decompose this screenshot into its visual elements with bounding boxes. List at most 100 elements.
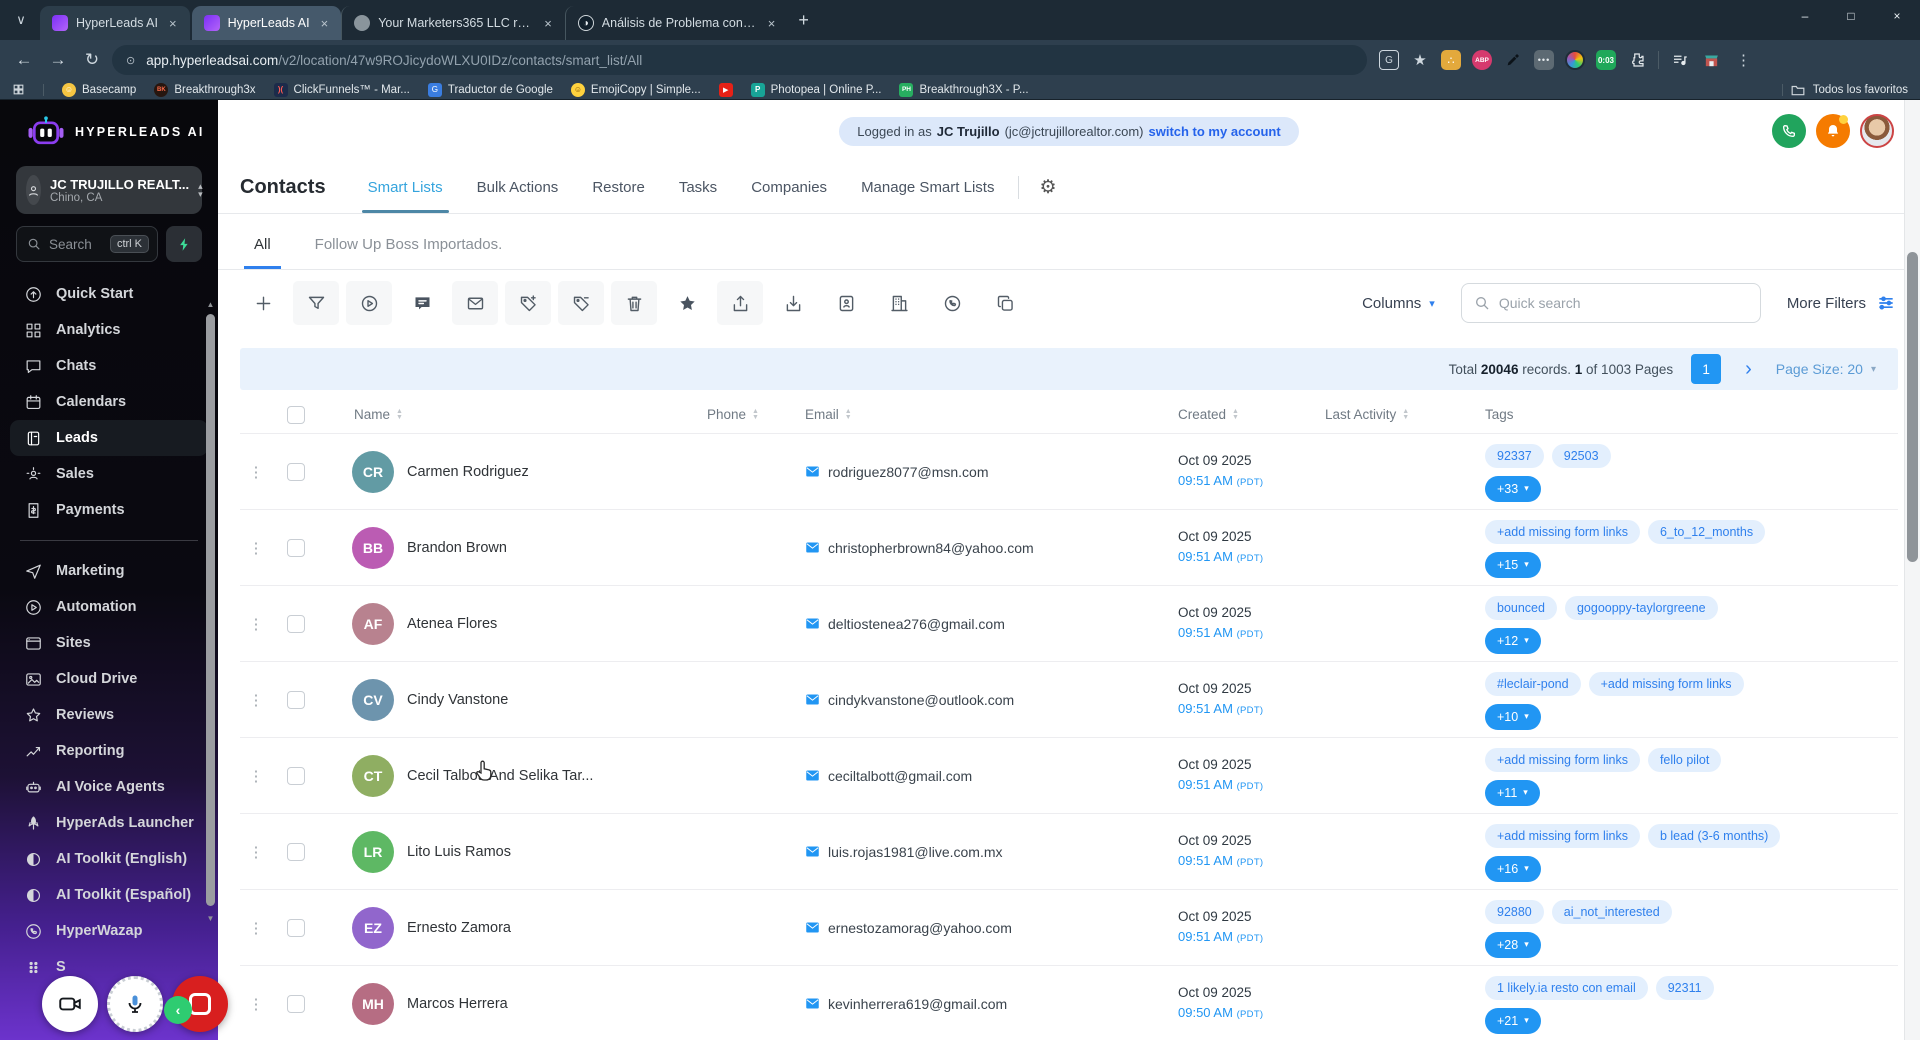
tag-pill[interactable]: ai_not_interested	[1551, 899, 1672, 924]
page-scrollbar[interactable]	[1904, 100, 1920, 1040]
table-row[interactable]: ⋮ AF Atenea Flores deltiostenea276@gmail.…	[240, 585, 1898, 661]
page-number-button[interactable]: 1	[1691, 354, 1722, 384]
bookmark-item[interactable]: ☺ Basecamp	[62, 82, 136, 97]
contact-email[interactable]: christopherbrown84@yahoo.com	[828, 540, 1034, 556]
subtab-follow-up-boss[interactable]: Follow Up Boss Importados.	[315, 236, 503, 269]
apps-grid-icon[interactable]	[12, 83, 25, 96]
column-header-name[interactable]: Name ▲ ▼	[312, 407, 707, 422]
sidebar-item-leads[interactable]: Leads	[10, 420, 208, 456]
automation-button[interactable]	[346, 281, 392, 325]
more-tags-button[interactable]: +21 ▾	[1485, 1007, 1541, 1034]
sidebar-item-marketing[interactable]: Marketing	[0, 553, 218, 589]
favorite-button[interactable]	[664, 281, 710, 325]
tag-pill[interactable]: 92311	[1655, 975, 1714, 1000]
switch-account-link[interactable]: switch to my account	[1148, 124, 1280, 139]
close-window-button[interactable]: ×	[1874, 0, 1920, 32]
bookmark-item[interactable]: PH Breakthrough3X - P...	[899, 82, 1029, 97]
sidebar-item-sales[interactable]: Sales	[0, 456, 218, 492]
column-header-last-activity[interactable]: Last Activity ▲ ▼	[1325, 407, 1485, 422]
contact-name[interactable]: Marcos Herrera	[407, 996, 508, 1012]
app-logo[interactable]: HYPERLEADS AI	[0, 100, 218, 158]
contact-email[interactable]: deltiostenea276@gmail.com	[828, 616, 1005, 632]
contact-name[interactable]: Ernesto Zamora	[407, 920, 511, 936]
sidebar-item-sites[interactable]: Sites	[0, 625, 218, 661]
row-checkbox[interactable]	[287, 690, 305, 709]
site-info-icon[interactable]: ⊙	[126, 54, 136, 67]
extension-store-icon[interactable]	[1701, 50, 1721, 70]
add-tag-button[interactable]	[505, 281, 551, 325]
extension-icon[interactable]	[1565, 50, 1585, 70]
tag-pill[interactable]: b lead (3-6 months)	[1647, 823, 1781, 848]
contact-verify-button[interactable]	[823, 281, 869, 325]
row-menu-icon[interactable]: ⋮	[240, 539, 272, 557]
bookmark-item[interactable]: P Photopea | Online P...	[750, 82, 881, 97]
tab-search-icon[interactable]: ∨	[8, 7, 34, 33]
row-checkbox[interactable]	[287, 614, 305, 633]
sort-icon[interactable]: ▲ ▼	[1402, 408, 1409, 420]
row-checkbox[interactable]	[287, 766, 305, 785]
sidebar-item-calendars[interactable]: Calendars	[0, 384, 218, 420]
sms-button[interactable]	[399, 281, 445, 325]
company-button[interactable]	[876, 281, 922, 325]
more-tags-button[interactable]: +15 ▾	[1485, 551, 1541, 578]
browser-tab[interactable]: Your Marketers365 LLC receipt | ×	[341, 6, 565, 40]
sidebar-item-automation[interactable]: Automation	[0, 589, 218, 625]
tag-pill[interactable]: gogooppy-taylorgreene	[1564, 595, 1718, 620]
tag-pill[interactable]: +add missing form links	[1588, 671, 1744, 696]
delete-button[interactable]	[611, 281, 657, 325]
tag-pill[interactable]: 92337	[1485, 443, 1544, 468]
minimize-button[interactable]: –	[1782, 0, 1828, 32]
scroll-down-arrow[interactable]: ▼	[206, 914, 215, 923]
browser-menu-icon[interactable]: ⋮	[1732, 51, 1755, 69]
subtab-all[interactable]: All	[244, 236, 281, 269]
row-checkbox[interactable]	[287, 462, 305, 481]
tab-smart-lists[interactable]: Smart Lists	[361, 162, 449, 213]
email-button[interactable]	[452, 281, 498, 325]
table-row[interactable]: ⋮ BB Brandon Brown christopherbrown84@yah…	[240, 509, 1898, 585]
filter-button[interactable]	[293, 281, 339, 325]
row-menu-icon[interactable]: ⋮	[240, 919, 272, 937]
settings-gear-icon[interactable]: ⚙	[1039, 176, 1056, 199]
sidebar-item-cloud-drive[interactable]: Cloud Drive	[0, 661, 218, 697]
browser-tab[interactable]: HyperLeads AI ×	[40, 6, 190, 40]
new-tab-button[interactable]: +	[798, 10, 809, 31]
row-checkbox[interactable]	[287, 842, 305, 861]
tag-pill[interactable]: +add missing form links	[1485, 823, 1640, 848]
contact-name[interactable]: Lito Luis Ramos	[407, 844, 511, 860]
playlist-icon[interactable]	[1670, 50, 1690, 70]
sidebar-item-ai-voice-agents[interactable]: AI Voice Agents	[0, 769, 218, 805]
export-button[interactable]	[717, 281, 763, 325]
column-header-email[interactable]: Email ▲ ▼	[805, 407, 1178, 422]
sidebar-item-chats[interactable]: Chats	[0, 348, 218, 384]
timer-extension-icon[interactable]: 0:03	[1596, 50, 1616, 70]
back-button[interactable]: ←	[10, 46, 38, 74]
sidebar-item-payments[interactable]: Payments	[0, 492, 218, 528]
tab-companies[interactable]: Companies	[751, 162, 827, 213]
row-menu-icon[interactable]: ⋮	[240, 463, 272, 481]
tab-manage-smart-lists[interactable]: Manage Smart Lists	[861, 162, 994, 213]
tab-close-icon[interactable]: ×	[541, 16, 555, 31]
notifications-button[interactable]	[1816, 114, 1850, 148]
sort-icon[interactable]: ▲ ▼	[1232, 408, 1239, 420]
tag-pill[interactable]: fello pilot	[1647, 747, 1722, 772]
select-all-checkbox[interactable]	[287, 405, 305, 424]
sidebar-search-input[interactable]: Search ctrl K	[16, 226, 158, 262]
microphone-button[interactable]	[107, 976, 163, 1032]
reload-button[interactable]: ↻	[78, 46, 106, 74]
table-row[interactable]: ⋮ MH Marcos Herrera kevinherrera619@gmail…	[240, 965, 1898, 1040]
whatsapp-button[interactable]	[929, 281, 975, 325]
url-input[interactable]: ⊙ app.hyperleadsai.com/v2/location/47w9R…	[112, 45, 1367, 75]
tab-restore[interactable]: Restore	[592, 162, 645, 213]
next-page-button[interactable]: ›	[1739, 358, 1758, 381]
more-filters-button[interactable]: More Filters	[1787, 293, 1896, 313]
contact-email[interactable]: ernestozamorag@yahoo.com	[828, 920, 1012, 936]
duplicate-button[interactable]	[982, 281, 1028, 325]
table-row[interactable]: ⋮ EZ Ernesto Zamora ernestozamorag@yahoo.…	[240, 889, 1898, 965]
contact-email[interactable]: rodriguez8077@msn.com	[828, 464, 989, 480]
tab-tasks[interactable]: Tasks	[679, 162, 717, 213]
tag-pill[interactable]: 92880	[1485, 899, 1544, 924]
table-row[interactable]: ⋮ CR Carmen Rodriguez rodriguez8077@msn.c…	[240, 433, 1898, 509]
sidebar-item-reviews[interactable]: Reviews	[0, 697, 218, 733]
contact-name[interactable]: Atenea Flores	[407, 616, 497, 632]
sidebar-item-ai-toolkit-espanol[interactable]: AI Toolkit (Español)	[0, 877, 218, 913]
